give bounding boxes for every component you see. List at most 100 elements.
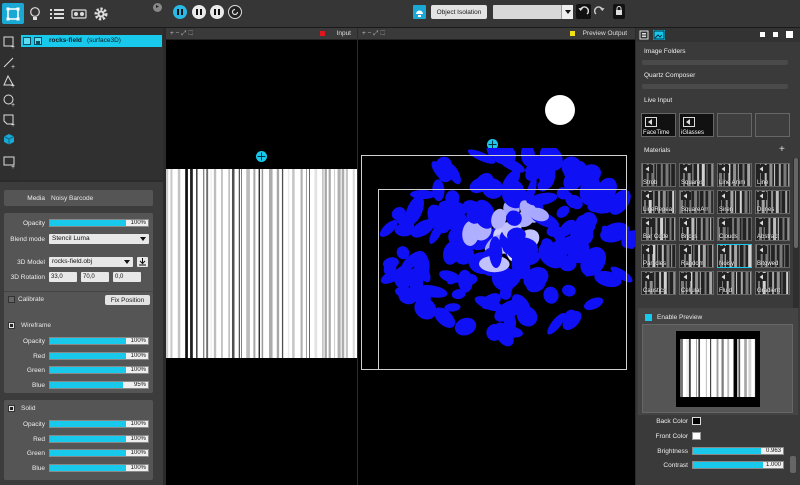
layer-lock-toggle[interactable]	[34, 37, 42, 45]
material-item[interactable]: SquareArr	[679, 190, 714, 214]
material-item[interactable]: Noisy	[717, 244, 752, 268]
image-icon	[653, 30, 665, 40]
input-view[interactable]: + − ⤢ ⬚ Input	[166, 28, 357, 485]
back-color-swatch[interactable]	[692, 417, 701, 425]
material-item[interactable]: Squares	[679, 163, 714, 187]
material-item[interactable]: Random	[679, 244, 714, 268]
add-screen-tool[interactable]: +	[3, 156, 16, 171]
image-folders-header[interactable]: Image Folders	[644, 48, 686, 55]
reload-button[interactable]	[228, 5, 242, 19]
quartz-composer-header[interactable]: Quartz Composer	[644, 72, 695, 79]
mapping-mode-button[interactable]	[2, 3, 24, 24]
tab-media[interactable]	[653, 30, 665, 40]
scene-dropdown[interactable]	[493, 5, 573, 19]
barcode-bar	[698, 339, 701, 397]
add-circle-tool[interactable]: +	[3, 94, 16, 109]
solid-2-slider[interactable]: 100%	[49, 449, 149, 457]
media-value[interactable]: Noisy Barcode	[51, 195, 93, 202]
opacity-slider[interactable]: 100%	[49, 219, 149, 227]
add-mask-tool[interactable]: +	[3, 114, 16, 129]
pause-button-2[interactable]	[192, 5, 206, 19]
wireframe-checkbox[interactable]	[8, 322, 15, 329]
model-dropdown[interactable]: rocks-field.obj	[49, 257, 133, 267]
layer-visibility-toggle[interactable]	[23, 37, 31, 45]
material-item[interactable]: Cellular	[679, 271, 714, 295]
add-quad-tool[interactable]: +	[3, 36, 16, 51]
solid-0-slider[interactable]: 100%	[49, 420, 149, 428]
lock-button[interactable]	[613, 4, 625, 19]
live-input-item[interactable]: iGlasses	[679, 113, 714, 137]
material-item[interactable]: Clouds	[717, 217, 752, 241]
contrast-slider[interactable]: 1.000	[692, 461, 784, 469]
material-item[interactable]: Fluid	[717, 271, 752, 295]
material-item[interactable]: Gradient	[755, 271, 790, 295]
wireframe-0-slider[interactable]: 100%	[49, 337, 149, 345]
material-item[interactable]: Particles	[641, 244, 676, 268]
solid-3-slider[interactable]: 100%	[49, 463, 149, 472]
material-item[interactable]: Line	[755, 163, 790, 187]
solid-1-slider[interactable]: 100%	[49, 434, 149, 443]
material-item[interactable]: Bitgwed	[755, 244, 790, 268]
model-label: 3D Model	[17, 259, 45, 266]
import-model-button[interactable]	[137, 257, 148, 267]
lamp-icon	[416, 10, 423, 17]
add-line-tool[interactable]: +	[3, 56, 16, 71]
live-input-header[interactable]: Live Input	[644, 97, 672, 104]
calibrate-checkbox[interactable]	[8, 296, 15, 303]
material-item[interactable]: LineRepea	[641, 190, 676, 214]
view-medium-icon[interactable]	[773, 32, 778, 37]
library-scrollbar[interactable]	[793, 158, 799, 308]
wireframe-2-label: Green	[26, 367, 45, 374]
material-item[interactable]: Abstract	[755, 217, 790, 241]
view-small-icon[interactable]	[760, 32, 765, 37]
front-color-swatch[interactable]	[692, 432, 701, 440]
output-view[interactable]: + − ⤢ ⬚ Preview Output	[358, 28, 635, 485]
material-item[interactable]: Siren	[717, 190, 752, 214]
collapse-arrow-icon[interactable]: ▸	[153, 3, 162, 12]
live-input-item[interactable]	[717, 113, 752, 137]
pause-button[interactable]	[173, 5, 187, 19]
wireframe-1-slider[interactable]: 100%	[49, 351, 149, 360]
preview-scrollbar[interactable]	[790, 456, 796, 473]
move-handle-icon[interactable]	[256, 151, 267, 162]
undo-button[interactable]	[576, 4, 591, 19]
tab-list[interactable]	[639, 30, 649, 40]
settings-button[interactable]	[90, 3, 112, 24]
rotation-y-input[interactable]: 70,0	[81, 272, 109, 282]
add-3d-tool[interactable]	[3, 133, 16, 146]
enable-preview-checkbox[interactable]	[645, 314, 652, 321]
pause-button-3[interactable]	[210, 5, 224, 19]
live-input-item[interactable]	[755, 113, 790, 137]
material-item[interactable]: Caustics	[641, 271, 676, 295]
list-button[interactable]	[46, 3, 68, 24]
white-circle-surface[interactable]	[545, 95, 575, 125]
fix-position-button[interactable]: Fix Position	[105, 295, 150, 305]
live-input-item[interactable]: FaceTime	[641, 113, 676, 137]
blend-mode-dropdown[interactable]: Stencil Luma	[49, 234, 149, 244]
wireframe-3-slider[interactable]: 95%	[49, 380, 149, 389]
bulb-button[interactable]	[24, 3, 46, 24]
add-triangle-tool[interactable]: +	[3, 74, 16, 90]
view-large-icon[interactable]	[786, 31, 793, 38]
zoom-controls[interactable]: + − ⤢ ⬚	[170, 30, 193, 38]
isolation-toggle[interactable]	[413, 5, 426, 19]
solid-checkbox[interactable]	[8, 405, 15, 412]
rotation-z-input[interactable]: 0,0	[113, 272, 141, 282]
material-item[interactable]: Dunes	[755, 190, 790, 214]
add-material-icon[interactable]: +	[779, 144, 785, 155]
object-isolation-button[interactable]: Object Isolation	[431, 5, 487, 19]
material-item[interactable]: Strob	[641, 163, 676, 187]
circle-add-icon: +	[3, 94, 15, 109]
material-item[interactable]: Bricks	[679, 217, 714, 241]
material-item[interactable]: Bar Code	[641, 217, 676, 241]
material-label: Gradient	[757, 288, 781, 294]
wireframe-2-slider[interactable]: 100%	[49, 366, 149, 374]
layer-row-rocks-field[interactable]: rocks-field (surface3D)	[21, 35, 162, 47]
brightness-slider[interactable]: 0.963	[692, 447, 784, 455]
media-button[interactable]	[68, 3, 90, 24]
barcode-bar	[334, 169, 336, 358]
zoom-controls[interactable]: + − ⤢ ⬚	[362, 30, 385, 38]
redo-button[interactable]	[593, 4, 607, 19]
rotation-x-input[interactable]: 33,0	[49, 272, 77, 282]
material-item[interactable]: Line Anim	[717, 163, 752, 187]
